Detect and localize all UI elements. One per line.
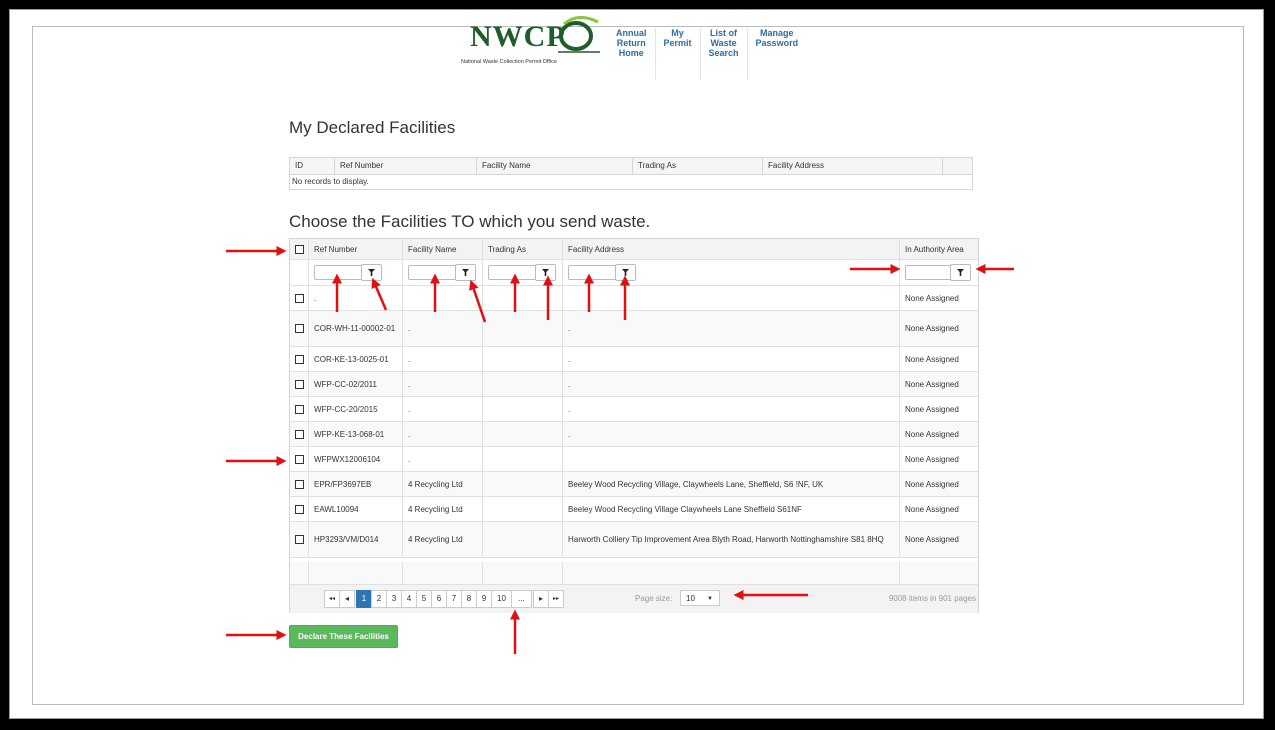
arrow-ref-filter-button	[371, 277, 388, 311]
annotation-arrows	[226, 246, 1014, 654]
arrow-name-filter-button	[469, 279, 487, 323]
